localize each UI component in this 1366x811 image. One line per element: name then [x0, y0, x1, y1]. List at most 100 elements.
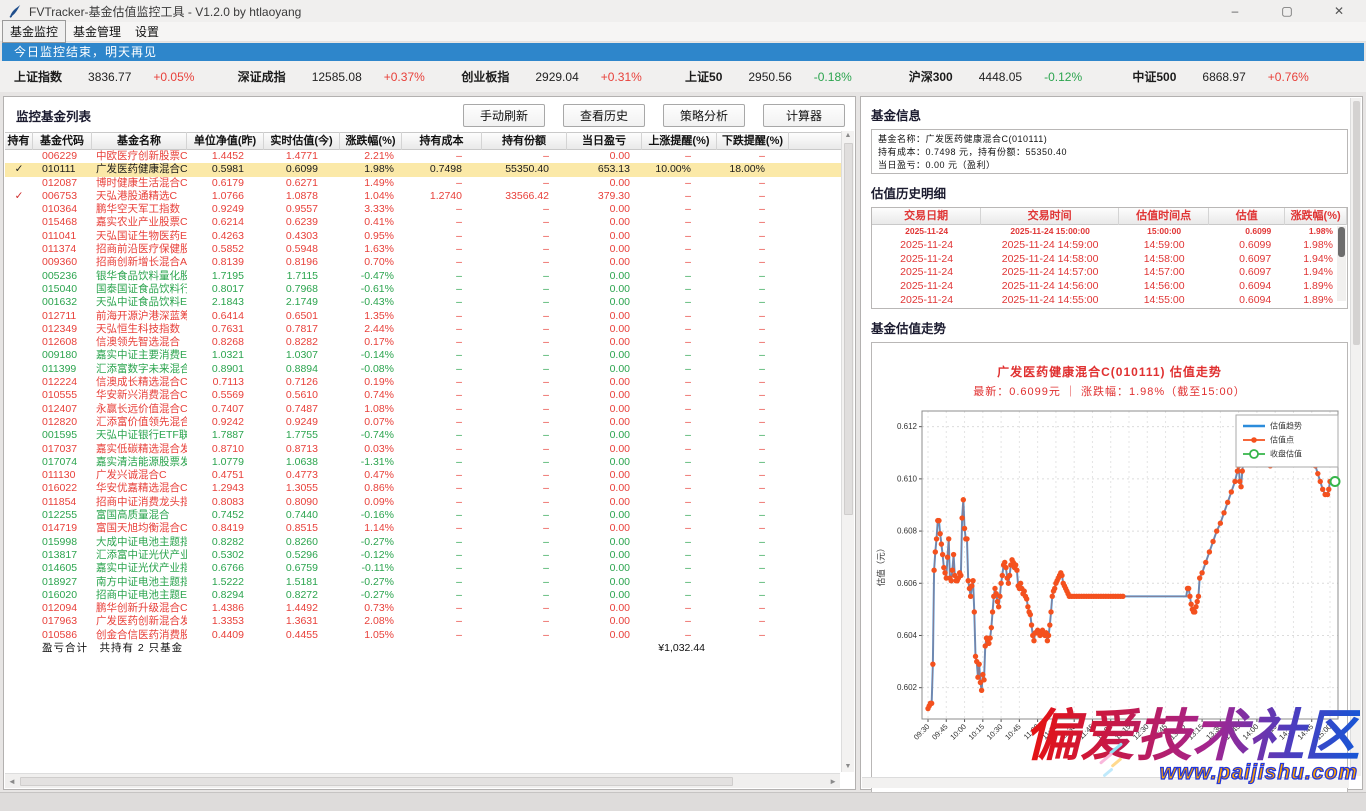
fund-table-row[interactable]: 015040国泰国证食品饮料行业0.80170.7968-0.61%––0.00…	[5, 283, 843, 296]
fund-table-row[interactable]: 016022华安优嘉精选混合C1.29431.30550.86%––0.00––	[5, 482, 843, 495]
scrollbar-thumb[interactable]	[1353, 101, 1360, 345]
header-cell[interactable]: 基金名称	[92, 132, 187, 150]
fund-table-row[interactable]: 011374招商前沿医疗保健股票0.58520.59481.63%––0.00–…	[5, 243, 843, 256]
svg-text:11:00: 11:00	[1022, 722, 1041, 741]
header-cell[interactable]: 交易时间	[981, 208, 1119, 225]
scroll-up-icon[interactable]: ▲	[845, 131, 852, 141]
history-row[interactable]: 2025-11-242025-11-24 14:56:0014:56:000.6…	[872, 280, 1347, 294]
fund-table-row[interactable]: 009360招商创新增长混合A0.81390.81960.70%––0.00––	[5, 256, 843, 269]
history-row[interactable]: 2025-11-242025-11-24 14:58:0014:58:000.6…	[872, 253, 1347, 267]
history-row[interactable]: 2025-11-242025-11-24 15:00:0015:00:000.6…	[872, 225, 1347, 239]
fund-table-row[interactable]: 010586创金合信医药消费股票0.44090.44551.05%––0.00–…	[5, 629, 843, 642]
fund-table-row[interactable]: 011854招商中证消费龙头指数0.80830.80900.09%––0.00–…	[5, 496, 843, 509]
estimate-cell: 0.5948	[264, 243, 340, 256]
fund-table-row[interactable]: ✓006753天弘港股通精选C1.07661.08781.04%1.274033…	[5, 190, 843, 203]
nav-cell: 1.0766	[187, 190, 264, 203]
fund-table-row[interactable]: 012224信澳成长精选混合C0.71130.71260.19%––0.00––	[5, 376, 843, 389]
fund-table-row[interactable]: 012094鹏华创新升级混合C1.43861.44920.73%––0.00––	[5, 602, 843, 615]
menu-item-fund-monitor[interactable]: 基金监控	[2, 20, 66, 43]
panel-vertical-scrollbar[interactable]	[1350, 98, 1361, 776]
alert-down-cell: –	[717, 376, 789, 389]
fund-table-row[interactable]: 005236银华食品饮料量化股票1.71951.7115-0.47%––0.00…	[5, 270, 843, 283]
fund-table-row[interactable]: ✓010111广发医药健康混合C0.59810.60991.98%0.74985…	[5, 163, 843, 176]
menu-item-fund-manage[interactable]: 基金管理	[66, 21, 128, 42]
fund-table-row[interactable]: 009180嘉实中证主要消费ETF1.03211.0307-0.14%––0.0…	[5, 349, 843, 362]
minimize-button[interactable]: –	[1228, 4, 1242, 18]
history-row[interactable]: 2025-11-242025-11-24 14:59:0014:59:000.6…	[872, 239, 1347, 253]
view-history-button[interactable]: 查看历史	[563, 104, 645, 127]
header-cell[interactable]: 估值时间点	[1119, 208, 1209, 225]
scroll-down-icon[interactable]: ▼	[845, 762, 852, 772]
scrollbar-thumb[interactable]	[20, 777, 733, 786]
calculator-button[interactable]: 计算器	[763, 104, 845, 127]
index-name: 创业板指	[461, 68, 509, 85]
header-cell[interactable]: 持有份额	[482, 132, 567, 150]
change-cell: 0.41%	[340, 216, 402, 229]
fund-table-row[interactable]: 012255富国高质量混合0.74520.7440-0.16%––0.00––	[5, 509, 843, 522]
fund-table-row[interactable]: 010555华安新兴消费混合C0.55690.56100.74%––0.00––	[5, 389, 843, 402]
scrollbar-thumb[interactable]	[1338, 227, 1345, 257]
fund-table-row[interactable]: 014719富国天旭均衡混合C0.84190.85151.14%––0.00––	[5, 522, 843, 535]
fund-code: 017963	[33, 615, 92, 628]
svg-text:13:00: 13:00	[1168, 722, 1188, 742]
change-cell: 0.74%	[340, 389, 402, 402]
header-cell[interactable]: 涨跌幅(%)	[1285, 208, 1347, 225]
fund-table-row[interactable]: 014605嘉实中证光伏产业指数0.67660.6759-0.11%––0.00…	[5, 562, 843, 575]
pnl-cell: 653.13	[567, 163, 642, 176]
header-cell[interactable]: 单位净值(昨)	[187, 132, 264, 150]
fund-table-row[interactable]: 006229中欧医疗创新股票C1.44521.47712.21%––0.00––	[5, 150, 843, 163]
fund-table-row[interactable]: 017037嘉实低碳精选混合发起0.87100.87130.03%––0.00–…	[5, 443, 843, 456]
scrollbar-thumb[interactable]	[844, 143, 853, 515]
shares-cell: –	[482, 243, 567, 256]
fund-code: 009180	[33, 349, 92, 362]
header-cell[interactable]: 交易日期	[872, 208, 981, 225]
maximize-button[interactable]: ▢	[1280, 4, 1294, 18]
fund-list-title: 监控基金列表	[16, 106, 91, 125]
fund-table-row[interactable]: 017963广发医药创新混合发起1.33531.36312.08%––0.00–…	[5, 615, 843, 628]
fund-table-row[interactable]: 001632天弘中证食品饮料ETF2.18432.1749-0.43%––0.0…	[5, 296, 843, 309]
fund-table-row[interactable]: 015468嘉实农业产业股票C0.62140.62390.41%––0.00––	[5, 216, 843, 229]
fund-table-row[interactable]: 010364鹏华空天军工指数0.92490.95573.33%––0.00––	[5, 203, 843, 216]
fund-table-row[interactable]: 012711前海开源沪港深蓝筹精0.64140.65011.35%––0.00–…	[5, 310, 843, 323]
fund-code: 010111	[33, 163, 92, 176]
fund-table-row[interactable]: 013817汇添富中证光伏产业指0.53020.5296-0.12%––0.00…	[5, 549, 843, 562]
fund-table-row[interactable]: 012608信澳领先智选混合0.82680.82820.17%––0.00––	[5, 336, 843, 349]
fund-table-row[interactable]: 001595天弘中证银行ETF联接1.78871.7755-0.74%––0.0…	[5, 429, 843, 442]
header-cell[interactable]: 持有成本	[402, 132, 482, 150]
fund-table-vertical-scrollbar[interactable]: ▲ ▼	[841, 131, 854, 772]
fund-table-row[interactable]: 012349天弘恒生科技指数0.76310.78172.44%––0.00––	[5, 323, 843, 336]
cost-cell: –	[402, 230, 482, 243]
header-cell[interactable]: 基金代码	[33, 132, 92, 150]
pnl-cell: 0.00	[567, 416, 642, 429]
fund-table-row[interactable]: 012820汇添富价值领先混合0.92420.92490.07%––0.00––	[5, 416, 843, 429]
scroll-left-icon[interactable]: ◄	[8, 777, 16, 786]
header-cell[interactable]: 实时估值(今)	[264, 132, 340, 150]
strategy-analysis-button[interactable]: 策略分析	[663, 104, 745, 127]
close-button[interactable]: ✕	[1332, 4, 1346, 18]
panel-horizontal-scrollbar[interactable]	[862, 777, 1349, 788]
fund-table-horizontal-scrollbar[interactable]: ◄ ►	[5, 773, 840, 788]
fund-table-row[interactable]: 015998大成中证电池主题指数0.82820.8260-0.27%––0.00…	[5, 536, 843, 549]
fund-table-row[interactable]: 011399汇添富数字未来混合A0.89010.8894-0.08%––0.00…	[5, 363, 843, 376]
fund-table-row[interactable]: 011041天弘国证生物医药ETF0.42630.43030.95%––0.00…	[5, 230, 843, 243]
header-cell[interactable]: 估值	[1209, 208, 1285, 225]
fund-table-row[interactable]: 018927南方中证电池主题指数1.52221.5181-0.27%––0.00…	[5, 576, 843, 589]
fund-table-row[interactable]: 017074嘉实清洁能源股票发起1.07791.0638-1.31%––0.00…	[5, 456, 843, 469]
header-cell[interactable]: 下跌提醒(%)	[717, 132, 789, 150]
ticker-item: 中证5006868.97+0.76%	[1132, 68, 1356, 85]
fund-table-row[interactable]: 016020招商中证电池主题ETF0.82940.8272-0.27%––0.0…	[5, 589, 843, 602]
header-cell[interactable]: 上涨提醒(%)	[642, 132, 717, 150]
history-row[interactable]: 2025-11-242025-11-24 14:57:0014:57:000.6…	[872, 266, 1347, 280]
fund-table-row[interactable]: 011130广发兴诚混合C0.47510.47730.47%––0.00––	[5, 469, 843, 482]
menu-item-settings[interactable]: 设置	[128, 21, 166, 42]
manual-refresh-button[interactable]: 手动刷新	[463, 104, 545, 127]
header-cell[interactable]: 当日盈亏	[567, 132, 642, 150]
cost-cell: –	[402, 429, 482, 442]
history-row[interactable]: 2025-11-242025-11-24 14:55:0014:55:000.6…	[872, 294, 1347, 308]
fund-table-row[interactable]: 012407永赢长远价值混合C0.74070.74871.08%––0.00––	[5, 403, 843, 416]
fund-table-row[interactable]: 012087博时健康生活混合C0.61790.62711.49%––0.00––	[5, 177, 843, 190]
header-cell[interactable]: 持有	[5, 132, 33, 150]
history-scrollbar[interactable]	[1337, 226, 1346, 301]
header-cell[interactable]: 涨跌幅(%)	[340, 132, 402, 150]
scroll-right-icon[interactable]: ►	[829, 777, 837, 786]
